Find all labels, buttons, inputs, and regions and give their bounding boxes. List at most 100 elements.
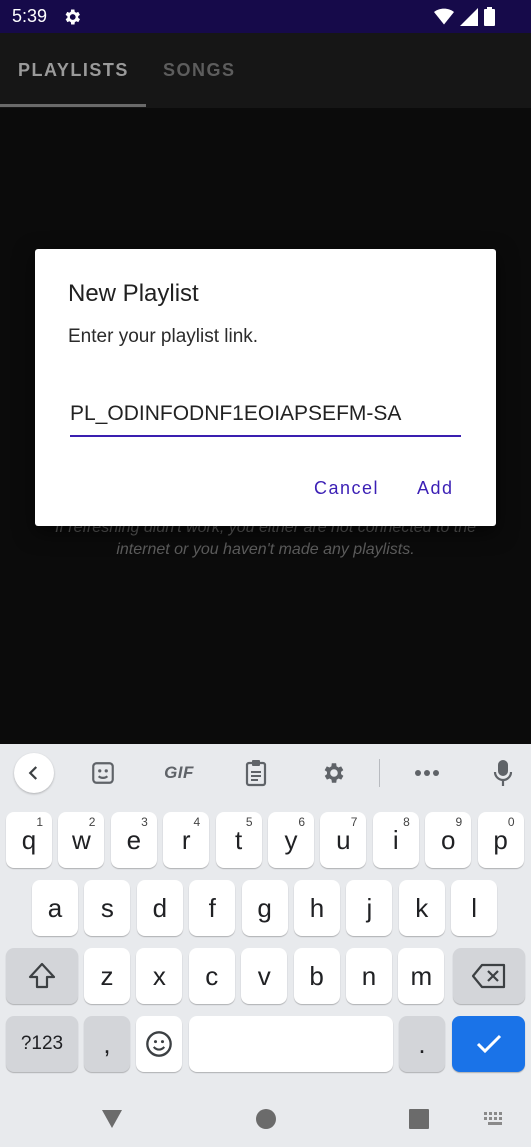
key-number-hint: 1 [36,815,43,829]
key-label: v [257,960,271,991]
key-label: h [309,892,325,923]
more-icon [415,770,439,776]
comma-label: , [103,1028,111,1059]
key-number-hint: 8 [403,815,410,829]
key-label: t [234,824,243,855]
cancel-button[interactable]: Cancel [314,478,379,499]
dialog-title: New Playlist [68,280,199,307]
status-time: 5:39 [12,6,48,26]
key-w[interactable]: w2 [58,812,105,868]
key-g[interactable]: g [241,880,288,936]
key-label: l [471,892,478,923]
comma-key[interactable]: , [84,1016,130,1072]
key-label: y [284,824,298,855]
key-u[interactable]: u7 [320,812,367,868]
status-icons [434,7,495,26]
key-label: x [152,960,166,991]
gear-icon [324,763,344,783]
gif-label: GIF [164,763,194,782]
space-key[interactable] [189,1016,393,1072]
key-f[interactable]: f [189,880,236,936]
key-m[interactable]: m [398,948,445,1004]
clipboard-icon [245,760,267,787]
enter-key[interactable] [452,1016,525,1072]
key-number-hint: 0 [507,815,515,829]
key-i[interactable]: i8 [372,812,419,868]
key-label: k [415,892,429,923]
keyboard-switch-icon[interactable] [484,1112,506,1126]
tab-indicator [0,104,146,107]
dialog-message: Enter your playlist link. [68,326,259,347]
key-label: s [100,892,114,923]
add-button[interactable]: Add [417,478,454,499]
key-l[interactable]: l [451,880,498,936]
tab-playlists[interactable]: PLAYLISTS [18,60,129,81]
key-p[interactable]: p0 [477,812,524,868]
tab-songs[interactable]: SONGS [163,60,236,81]
key-number-hint: 9 [455,815,463,829]
key-k[interactable]: k [398,880,445,936]
key-r[interactable]: r4 [163,812,210,868]
navigation-bar [0,1090,531,1147]
key-label: m [410,960,433,991]
key-label: n [361,960,377,991]
symbols-label: ?123 [20,1033,64,1054]
key-label: a [47,892,63,923]
key-h[interactable]: h [294,880,340,936]
key-t[interactable]: t5 [215,812,262,868]
key-label: b [309,960,324,991]
key-x[interactable]: x [136,948,183,1004]
key-d[interactable]: d [136,880,183,936]
battery-icon [484,7,495,26]
key-label: q [21,824,37,855]
key-q[interactable]: q1 [6,812,52,868]
key-j[interactable]: j [346,880,393,936]
sticker-icon [92,762,114,784]
mic-icon [493,760,513,786]
key-b[interactable]: b [293,948,340,1004]
key-label: z [100,960,114,991]
key-v[interactable]: v [241,948,288,1004]
recents-square-icon[interactable] [407,1107,431,1131]
backspace-icon [471,963,506,989]
home-circle-icon[interactable] [254,1107,278,1131]
key-label: r [181,824,191,855]
symbols-key[interactable]: ?123 [6,1016,78,1072]
more-options-button[interactable] [412,759,442,787]
key-label: g [257,892,272,923]
wifi-icon [434,8,454,24]
key-n[interactable]: n [346,948,392,1004]
voice-input-button[interactable] [488,759,518,787]
status-bar: 5:39 [0,0,531,33]
key-y[interactable]: y6 [268,812,314,868]
key-label: o [440,824,456,855]
key-o[interactable]: o9 [425,812,472,868]
back-triangle-icon[interactable] [100,1107,124,1131]
keyboard-settings-button[interactable] [318,759,348,787]
app-bar: PLAYLISTS SONGS [0,33,531,108]
key-label: d [152,892,168,923]
key-label: j [366,892,373,923]
chevron-left-icon [28,766,38,780]
playlist-link-input[interactable] [70,399,461,437]
gif-button[interactable]: GIF [161,759,197,787]
new-playlist-dialog: New Playlist Enter your playlist link. C… [35,249,496,526]
period-key[interactable]: . [399,1016,445,1072]
emoji-icon [146,1031,172,1057]
shift-key[interactable] [6,948,78,1004]
key-z[interactable]: z [84,948,130,1004]
key-s[interactable]: s [84,880,131,936]
emoji-key[interactable] [136,1016,182,1072]
key-number-hint: 2 [88,815,96,829]
clipboard-button[interactable] [241,759,271,787]
key-c[interactable]: c [188,948,235,1004]
sticker-button[interactable] [88,759,118,787]
key-e[interactable]: e3 [110,812,157,868]
soft-keyboard: GIF q1w2e3r4t5y6u7i8o9p0asdfghjklzxcvbnm… [0,744,531,1147]
backspace-key[interactable] [453,948,525,1004]
keyboard-collapse-button[interactable] [14,753,54,793]
checkmark-icon [476,1034,501,1054]
key-number-hint: 4 [193,815,201,829]
key-a[interactable]: a [32,880,78,936]
key-number-hint: 3 [141,815,148,829]
